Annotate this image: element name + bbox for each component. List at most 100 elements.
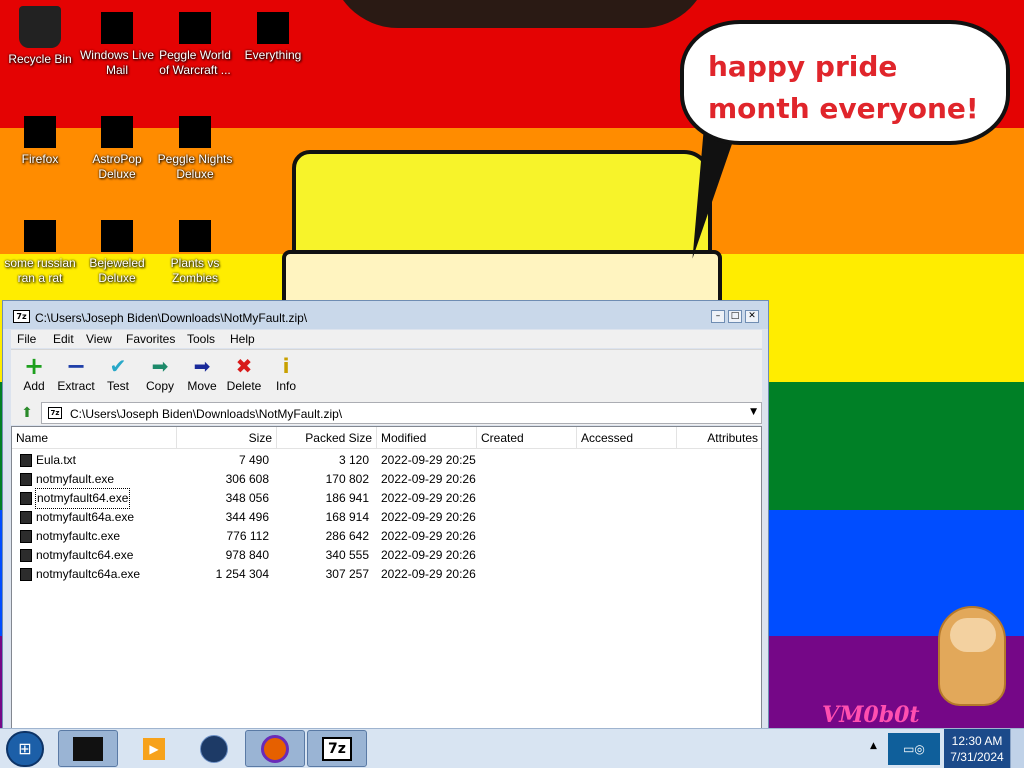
info-icon: i <box>282 354 290 378</box>
7zip-window: 7z C:\Users\Joseph Biden\Downloads\NotMy… <box>2 300 769 730</box>
close-button[interactable]: ✕ <box>745 310 759 323</box>
file-packed-size: 340 555 <box>325 548 369 562</box>
file-modified: 2022-09-29 20:26 <box>381 567 476 581</box>
exe-file-icon <box>20 549 32 562</box>
desktop-icon-label: Windows Live Mail <box>79 48 155 77</box>
exe-file-icon <box>20 568 32 581</box>
desktop-icon-astropop[interactable]: AstroPop Deluxe <box>77 110 157 182</box>
taskbar-item-7zip[interactable]: 7z <box>307 730 367 767</box>
move-button[interactable]: ➡ Move <box>181 354 223 394</box>
test-button[interactable]: ✔ Test <box>97 354 139 394</box>
desktop-icon-label: Firefox <box>21 152 59 166</box>
taskbar-item-firefox[interactable] <box>245 730 305 767</box>
delete-x-icon: ✖ <box>235 354 253 378</box>
virtualbox-tray-icon[interactable]: ▭◎ <box>888 733 940 765</box>
7zip-app-icon: 7z <box>322 736 352 761</box>
file-size: 776 112 <box>226 529 270 543</box>
redacted-app-icon <box>179 116 211 148</box>
desktop-icon-recycle-bin[interactable]: Recycle Bin <box>0 6 80 67</box>
file-name: Eula.txt <box>36 453 77 467</box>
address-field[interactable]: 7z C:\Users\Joseph Biden\Downloads\NotMy… <box>41 402 762 424</box>
file-row[interactable]: notmyfault64.exe 348 056 186 941 2022-09… <box>12 488 761 509</box>
file-row[interactable]: Eula.txt 7 490 3 120 2022-09-29 20:25 <box>12 451 761 470</box>
desktop-icon-plants-vs-zombies[interactable]: Plants vs Zombies <box>155 214 235 286</box>
file-row[interactable]: notmyfault.exe 306 608 170 802 2022-09-2… <box>12 470 761 489</box>
file-name: notmyfault.exe <box>36 472 115 486</box>
file-size: 344 496 <box>225 510 269 524</box>
extract-label: Extract <box>57 379 95 393</box>
file-row[interactable]: notmyfault64a.exe 344 496 168 914 2022-0… <box>12 508 761 527</box>
desktop-icon-label: Recycle Bin <box>8 52 72 66</box>
column-header-modified[interactable]: Modified <box>377 427 477 449</box>
folder-up-icon: ⬆ <box>21 405 33 421</box>
taskbar: ⊞ ▶ 7z ▲ ▭◎ 12:30 AM 7/31/2024 <box>0 728 1024 768</box>
menu-view[interactable]: View <box>86 332 112 346</box>
desktop-icon-windows-live-mail[interactable]: Windows Live Mail <box>77 6 157 78</box>
file-modified: 2022-09-29 20:26 <box>381 491 476 505</box>
plus-icon: + <box>23 352 45 380</box>
file-modified: 2022-09-29 20:26 <box>381 510 476 524</box>
copy-button[interactable]: ➡ Copy <box>139 354 181 394</box>
desktop-icon-peggle-wow[interactable]: Peggle World of Warcraft ... <box>155 6 235 78</box>
file-size: 348 056 <box>225 491 269 505</box>
taskbar-item-explorer[interactable] <box>58 730 118 767</box>
file-name: notmyfault64.exe <box>34 488 131 509</box>
file-row[interactable]: notmyfaultc.exe 776 112 286 642 2022-09-… <box>12 527 761 546</box>
info-label: Info <box>275 379 296 393</box>
desktop-icon-firefox[interactable]: Firefox <box>0 110 80 167</box>
delete-button[interactable]: ✖ Delete <box>223 354 265 394</box>
taskbar-item-globe[interactable] <box>184 730 244 767</box>
redacted-app-icon <box>179 220 211 252</box>
speech-bubble: happy pride month everyone! <box>680 20 1010 145</box>
file-row[interactable]: notmyfaultc64a.exe 1 254 304 307 257 202… <box>12 565 761 584</box>
info-button[interactable]: i Info <box>265 354 307 394</box>
column-header-name[interactable]: Name <box>12 427 177 449</box>
column-header-created[interactable]: Created <box>477 427 577 449</box>
desktop-icon-peggle-nights[interactable]: Peggle Nights Deluxe <box>155 110 235 182</box>
exe-file-icon <box>20 530 32 543</box>
recycle-bin-icon <box>19 6 61 48</box>
menu-tools[interactable]: Tools <box>187 332 215 346</box>
menu-file[interactable]: File <box>17 332 36 346</box>
window-title-bar[interactable]: 7z C:\Users\Joseph Biden\Downloads\NotMy… <box>3 301 768 329</box>
system-clock[interactable]: 12:30 AM 7/31/2024 <box>944 729 1010 768</box>
column-header-packed-size[interactable]: Packed Size <box>277 427 377 449</box>
taskbar-item-media-player[interactable]: ▶ <box>124 730 184 767</box>
file-packed-size: 3 120 <box>338 453 369 467</box>
desktop-icon-label: Peggle Nights Deluxe <box>157 152 233 181</box>
exe-file-icon <box>20 492 32 505</box>
desktop-icon-russian-rat[interactable]: some russian ran a rat <box>0 214 80 286</box>
maximize-button[interactable]: □ <box>728 310 742 323</box>
dropdown-arrow-icon[interactable]: ▼ <box>750 407 757 417</box>
file-row[interactable]: notmyfaultc64.exe 978 840 340 555 2022-0… <box>12 546 761 565</box>
start-button[interactable]: ⊞ <box>6 731 44 767</box>
file-name: notmyfault64a.exe <box>36 510 135 524</box>
redacted-app-icon <box>101 116 133 148</box>
minimize-button[interactable]: – <box>711 310 725 323</box>
menu-edit[interactable]: Edit <box>53 332 74 346</box>
menu-favorites[interactable]: Favorites <box>126 332 175 346</box>
move-arrow-icon: ➡ <box>193 354 211 378</box>
file-packed-size: 168 914 <box>325 510 369 524</box>
folder-up-button[interactable]: ⬆ <box>17 404 37 422</box>
checkmark-icon: ✔ <box>109 354 127 378</box>
file-size: 306 608 <box>225 472 269 486</box>
file-list: Name Size Packed Size Modified Created A… <box>11 426 762 729</box>
delete-label: Delete <box>226 379 262 393</box>
menu-help[interactable]: Help <box>230 332 255 346</box>
show-desktop-button[interactable] <box>1010 729 1024 768</box>
desktop-icon-bejeweled[interactable]: Bejeweled Deluxe <box>77 214 157 286</box>
column-header-size[interactable]: Size <box>177 427 277 449</box>
file-modified: 2022-09-29 20:25 <box>381 453 476 467</box>
system-tray: ▲ ▭◎ <box>864 729 944 768</box>
show-hidden-icons-arrow[interactable]: ▲ <box>870 741 877 751</box>
extract-button[interactable]: − Extract <box>55 354 97 394</box>
column-header-accessed[interactable]: Accessed <box>577 427 677 449</box>
column-header-attributes[interactable]: Attributes <box>677 427 761 449</box>
redacted-app-icon <box>101 220 133 252</box>
clock-time: 12:30 AM <box>951 734 1003 748</box>
redacted-app-icon <box>24 220 56 252</box>
add-button[interactable]: + Add <box>13 354 55 394</box>
desktop-icon-everything[interactable]: Everything <box>233 6 313 63</box>
file-modified: 2022-09-29 20:26 <box>381 548 476 562</box>
